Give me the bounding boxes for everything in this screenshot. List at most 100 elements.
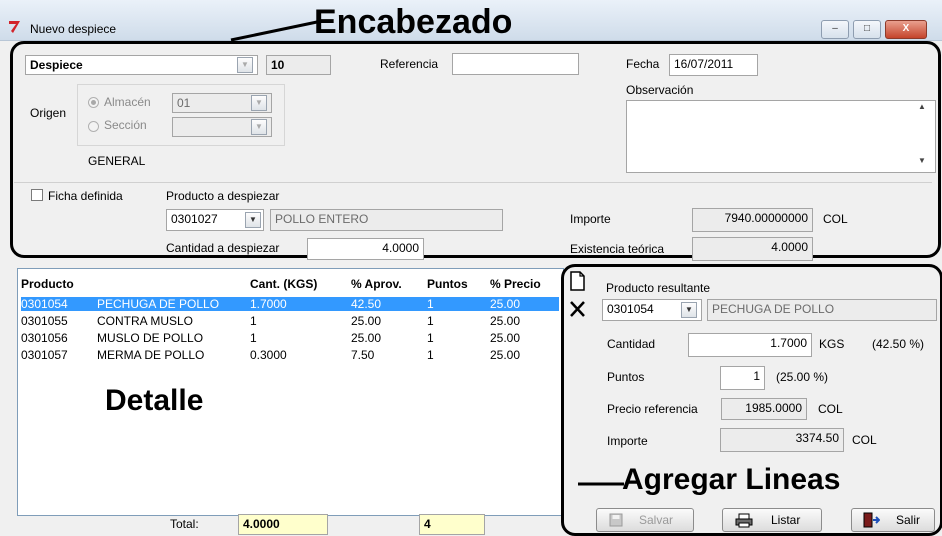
listar-button[interactable]: Listar (722, 508, 822, 532)
observacion-label: Observación (626, 83, 694, 97)
row-cant: 1 (250, 314, 257, 328)
chevron-down-icon[interactable]: ▼ (251, 95, 267, 111)
row-name: MERMA DE POLLO (97, 348, 205, 362)
row-cant: 1 (250, 331, 257, 345)
origen-label: Origen (30, 106, 67, 120)
row-precio: 25.00 (490, 348, 521, 362)
producto-despiezar-label: Producto a despiezar (166, 189, 280, 203)
producto-name-field: POLLO ENTERO (270, 209, 503, 231)
resultante-name-field: PECHUGA DE POLLO (707, 299, 937, 321)
window-title: Nuevo despiece (30, 22, 117, 36)
line-cantidad-pct: (42.50 %) (872, 337, 925, 351)
line-puntos-pct: (25.00 %) (776, 370, 829, 384)
row-puntos: 1 (427, 348, 434, 362)
col-cantidad[interactable]: Cant. (KGS) (250, 277, 317, 291)
close-button[interactable]: X (885, 20, 927, 39)
col-aprov[interactable]: % Aprov. (351, 277, 402, 291)
importe-field: 7940.00000000 (692, 208, 813, 232)
chevron-down-icon[interactable]: ▼ (681, 302, 697, 318)
chevron-down-icon[interactable]: ▼ (237, 57, 253, 73)
total-cantidad: 4.0000 (238, 514, 328, 535)
col-precio[interactable]: % Precio (490, 277, 541, 291)
row-name: CONTRA MUSLO (97, 314, 194, 328)
total-label: Total: (170, 517, 199, 531)
row-name: PECHUGA DE POLLO (97, 297, 220, 311)
fecha-label: Fecha (626, 57, 660, 71)
row-precio: 25.00 (490, 297, 521, 311)
chevron-down-icon[interactable]: ▼ (251, 119, 267, 135)
row-aprov: 42.50 (351, 297, 382, 311)
cantidad-despiezar-input[interactable]: 4.0000 (307, 238, 424, 260)
exit-door-icon (863, 512, 880, 528)
row-aprov: 25.00 (351, 314, 382, 328)
add-lines-annotation-arrow (578, 482, 624, 486)
detail-annotation: Detalle (105, 384, 204, 417)
row-puntos: 1 (427, 331, 434, 345)
ficha-definida-label: Ficha definida (48, 189, 123, 203)
seccion-radio[interactable] (88, 121, 99, 132)
almacen-label: Almacén (104, 95, 151, 109)
row-code: 0301055 (21, 314, 68, 328)
line-puntos-input[interactable]: 1 (720, 366, 765, 390)
row-code: 0301057 (21, 348, 68, 362)
seccion-label: Sección (104, 118, 147, 132)
salvar-label: Salvar (639, 513, 674, 527)
precio-referencia-currency: COL (818, 402, 843, 416)
fecha-input[interactable]: 16/07/2011 (669, 54, 758, 76)
row-name: MUSLO DE POLLO (97, 331, 204, 345)
line-importe-currency: COL (852, 433, 877, 447)
table-row[interactable]: 0301057 MERMA DE POLLO 0.3000 7.50 1 25.… (21, 348, 559, 362)
salvar-button[interactable]: Salvar (596, 508, 694, 532)
col-puntos[interactable]: Puntos (427, 277, 468, 291)
add-lines-annotation: Agregar Lineas (622, 463, 841, 496)
table-row[interactable]: 0301054 PECHUGA DE POLLO 1.7000 42.50 1 … (21, 297, 559, 311)
document-type-select[interactable]: Despiece (25, 55, 258, 75)
chevron-down-icon[interactable]: ▼ (245, 212, 261, 228)
total-puntos: 4 (419, 514, 485, 535)
row-cant: 0.3000 (250, 348, 287, 362)
row-aprov: 7.50 (351, 348, 375, 362)
table-row[interactable]: 0301056 MUSLO DE POLLO 1 25.00 1 25.00 (21, 331, 559, 345)
col-producto[interactable]: Producto (21, 277, 74, 291)
salir-label: Salir (896, 513, 921, 527)
scroll-down-icon[interactable]: ▼ (918, 156, 926, 165)
header-divider (14, 182, 932, 183)
row-precio: 25.00 (490, 314, 521, 328)
printer-icon (735, 513, 753, 528)
observacion-textarea[interactable] (626, 100, 936, 173)
row-code: 0301056 (21, 331, 68, 345)
line-puntos-label: Puntos (607, 370, 645, 384)
line-importe-field: 3374.50 (720, 428, 844, 452)
line-cantidad-unit: KGS (819, 337, 845, 351)
precio-referencia-label: Precio referencia (607, 402, 698, 416)
cantidad-despiezar-label: Cantidad a despiezar (166, 241, 280, 255)
row-cant: 1.7000 (250, 297, 287, 311)
precio-referencia-field: 1985.0000 (721, 398, 807, 420)
existencia-field: 4.0000 (692, 237, 813, 261)
producto-resultante-label: Producto resultante (606, 281, 711, 295)
row-precio: 25.00 (490, 331, 521, 345)
maximize-button[interactable]: □ (853, 20, 881, 39)
table-row[interactable]: 0301055 CONTRA MUSLO 1 25.00 1 25.00 (21, 314, 559, 328)
importe-label: Importe (570, 212, 611, 226)
line-cantidad-label: Cantidad (607, 337, 656, 351)
save-icon (609, 513, 623, 527)
almacen-radio[interactable] (88, 97, 99, 108)
line-cantidad-input[interactable]: 1.7000 (688, 333, 812, 357)
line-importe-label: Importe (607, 434, 648, 448)
row-puntos: 1 (427, 314, 434, 328)
general-label: GENERAL (88, 154, 146, 168)
referencia-input[interactable] (452, 53, 579, 75)
header-annotation: Encabezado (314, 3, 513, 41)
listar-label: Listar (771, 513, 801, 527)
importe-currency: COL (823, 212, 848, 226)
row-aprov: 25.00 (351, 331, 382, 345)
minimize-button[interactable]: – (821, 20, 849, 39)
row-code: 0301054 (21, 297, 68, 311)
document-number: 10 (266, 55, 331, 75)
scroll-up-icon[interactable]: ▲ (918, 102, 926, 111)
existencia-label: Existencia teórica (570, 242, 665, 256)
app-logo-icon (9, 21, 20, 33)
salir-button[interactable]: Salir (851, 508, 935, 532)
ficha-definida-checkbox[interactable] (31, 189, 43, 201)
